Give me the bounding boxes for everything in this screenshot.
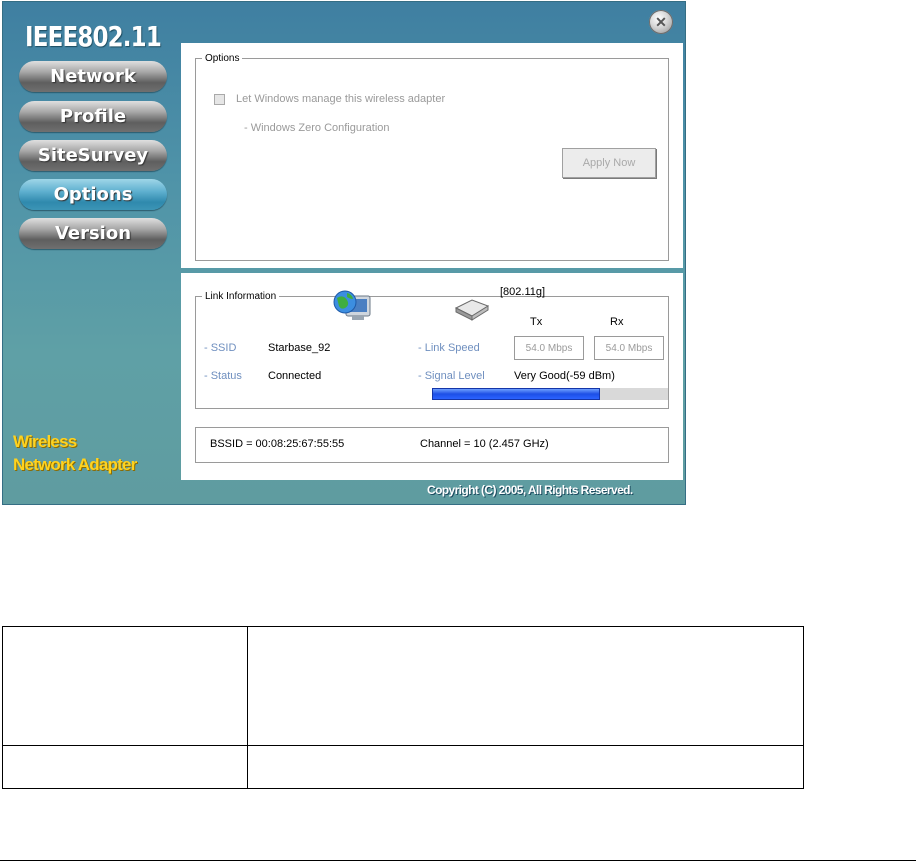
options-group: Options Let Windows manage this wireless… <box>195 53 669 261</box>
document-table <box>2 626 804 789</box>
table-row <box>2 626 804 746</box>
signal-level-label: - Signal Level <box>418 370 485 382</box>
signal-level-value: Very Good(-59 dBm) <box>514 370 615 382</box>
close-icon[interactable]: ✕ <box>649 10 673 34</box>
rx-label: Rx <box>610 316 624 328</box>
tx-label: Tx <box>530 316 543 328</box>
nav-network-button[interactable]: Network <box>19 61 167 92</box>
link-information-panel: Link Information [802.11g] Tx Rx - SSID … <box>181 273 683 480</box>
brand-line-2: Network Adapter <box>13 455 137 474</box>
brand-text: Wireless Network Adapter <box>13 430 137 476</box>
wireless-mode: [802.11g] <box>500 286 546 298</box>
network-computer-icon <box>333 290 371 320</box>
wireless-utility-window: IEEE802.11 ✕ Network Profile SiteSurvey … <box>2 1 686 505</box>
options-panel: Options Let Windows manage this wireless… <box>181 43 683 268</box>
nav-options-button[interactable]: Options <box>19 179 167 210</box>
manage-adapter-label: Let Windows manage this wireless adapter <box>236 93 446 105</box>
link-speed-label: - Link Speed <box>418 342 480 354</box>
table-cell <box>2 626 248 746</box>
table-cell <box>247 745 804 789</box>
table-row <box>2 745 804 789</box>
options-legend: Options <box>205 53 240 64</box>
signal-level-fill <box>432 388 600 400</box>
brand-line-1: Wireless <box>13 432 77 451</box>
table-cell <box>2 745 248 789</box>
status-label: - Status <box>204 370 242 382</box>
manage-adapter-checkbox[interactable] <box>214 94 225 105</box>
nav-version-button[interactable]: Version <box>19 218 167 249</box>
copyright-text: Copyright (C) 2005, All Rights Reserved. <box>427 483 633 497</box>
link-information-group: Link Information [802.11g] Tx Rx - SSID … <box>195 286 669 409</box>
ssid-label: - SSID <box>204 342 237 354</box>
nav-profile-button[interactable]: Profile <box>19 101 167 132</box>
bssid-box: BSSID = 00:08:25:67:55:55 Channel = 10 (… <box>195 427 669 463</box>
apply-now-button[interactable]: Apply Now <box>562 148 656 178</box>
table-cell <box>247 626 804 746</box>
nav-sitesurvey-button[interactable]: SiteSurvey <box>19 140 167 171</box>
page-divider <box>0 860 916 861</box>
signal-level-bar <box>432 388 668 400</box>
rx-speed-field: 54.0 Mbps <box>594 336 664 360</box>
wzc-label: - Windows Zero Configuration <box>244 122 390 134</box>
channel-value: Channel = 10 (2.457 GHz) <box>420 438 549 450</box>
bssid-value: BSSID = 00:08:25:67:55:55 <box>210 438 345 450</box>
tx-speed-field: 54.0 Mbps <box>514 336 584 360</box>
app-title: IEEE802.11 <box>25 20 162 53</box>
status-value: Connected <box>268 370 322 382</box>
router-icon <box>454 299 490 321</box>
link-information-legend: Link Information <box>205 291 277 302</box>
ssid-value: Starbase_92 <box>268 342 331 354</box>
